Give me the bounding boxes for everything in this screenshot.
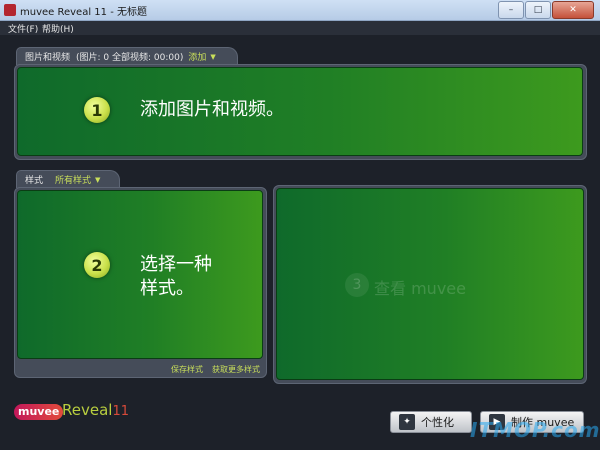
muvee-reveal-logo: muvee Reveal11 — [14, 396, 129, 426]
menu-file[interactable]: 文件(F) — [8, 22, 38, 35]
style-header-title: 样式 — [25, 176, 44, 186]
personalize-label: 个性化 — [421, 416, 454, 429]
menu-help[interactable]: 帮助(H) — [42, 22, 74, 35]
step-1-badge: 1 — [84, 97, 110, 123]
logo-version: 11 — [112, 404, 129, 419]
app-icon — [4, 4, 16, 16]
personalize-icon: ✦ — [399, 414, 415, 430]
style-list-area[interactable]: 2 选择一种 样式。 — [17, 190, 263, 359]
save-style-link[interactable]: 保存样式 — [171, 364, 203, 375]
personalize-button[interactable]: ✦ 个性化 — [390, 411, 472, 433]
add-dropdown-icon[interactable]: ▼ — [210, 53, 215, 61]
minimize-button[interactable]: – — [498, 1, 524, 19]
add-media-link[interactable]: 添加 — [188, 50, 206, 63]
step-3-badge: 3 — [345, 273, 369, 297]
style-tab-header: 样式 所有样式 ▼ — [16, 170, 120, 188]
style-filter-chevron-icon[interactable]: ▼ — [95, 176, 100, 184]
window-controls: – □ ✕ — [497, 1, 594, 19]
add-media-prompt: 添加图片和视频。 — [140, 99, 284, 120]
step-2-badge: 2 — [84, 252, 110, 278]
choose-style-prompt-line1: 选择一种 — [140, 254, 212, 275]
maximize-button[interactable]: □ — [525, 1, 551, 19]
more-styles-link[interactable]: 获取更多样式 — [212, 364, 260, 375]
menu-bar: 文件(F) 帮助(H) — [0, 21, 600, 35]
window-title: muvee Reveal 11 - 无标题 — [20, 7, 147, 18]
media-drop-area[interactable]: 1 添加图片和视频。 — [17, 67, 583, 156]
media-header-title: 图片和视频 — [25, 53, 71, 63]
preview-area[interactable]: 3 查看 muvee — [276, 188, 584, 380]
style-filter-select[interactable]: 所有样式 — [55, 173, 91, 186]
media-header-stats: (图片: 0 全部视频: 00:00) — [76, 53, 184, 63]
logo-product: Reveal — [62, 401, 113, 419]
preview-prompt: 查看 muvee — [374, 279, 466, 298]
title-bar: muvee Reveal 11 - 无标题 – □ ✕ — [0, 0, 600, 21]
close-button[interactable]: ✕ — [552, 1, 594, 19]
watermark: ITMOP.com — [470, 418, 600, 442]
logo-reveal-text: Reveal11 — [62, 401, 129, 419]
logo-muvee-text: muvee — [14, 404, 64, 420]
choose-style-prompt-line2: 样式。 — [140, 278, 194, 299]
media-tab-header: 图片和视频 (图片: 0 全部视频: 00:00) 添加 ▼ — [16, 47, 238, 65]
